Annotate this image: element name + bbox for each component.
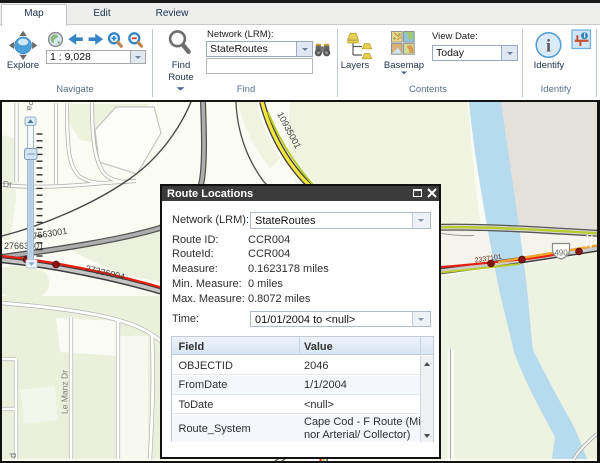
svg-text:490: 490 <box>554 249 568 258</box>
svg-text:d: d <box>8 453 18 458</box>
svg-text:Le Manz Dr: Le Manz Dr <box>60 370 70 414</box>
svg-text:Pa: Pa <box>25 102 35 111</box>
svg-text:Dr: Dr <box>3 179 12 189</box>
svg-text:i: i <box>546 36 551 56</box>
